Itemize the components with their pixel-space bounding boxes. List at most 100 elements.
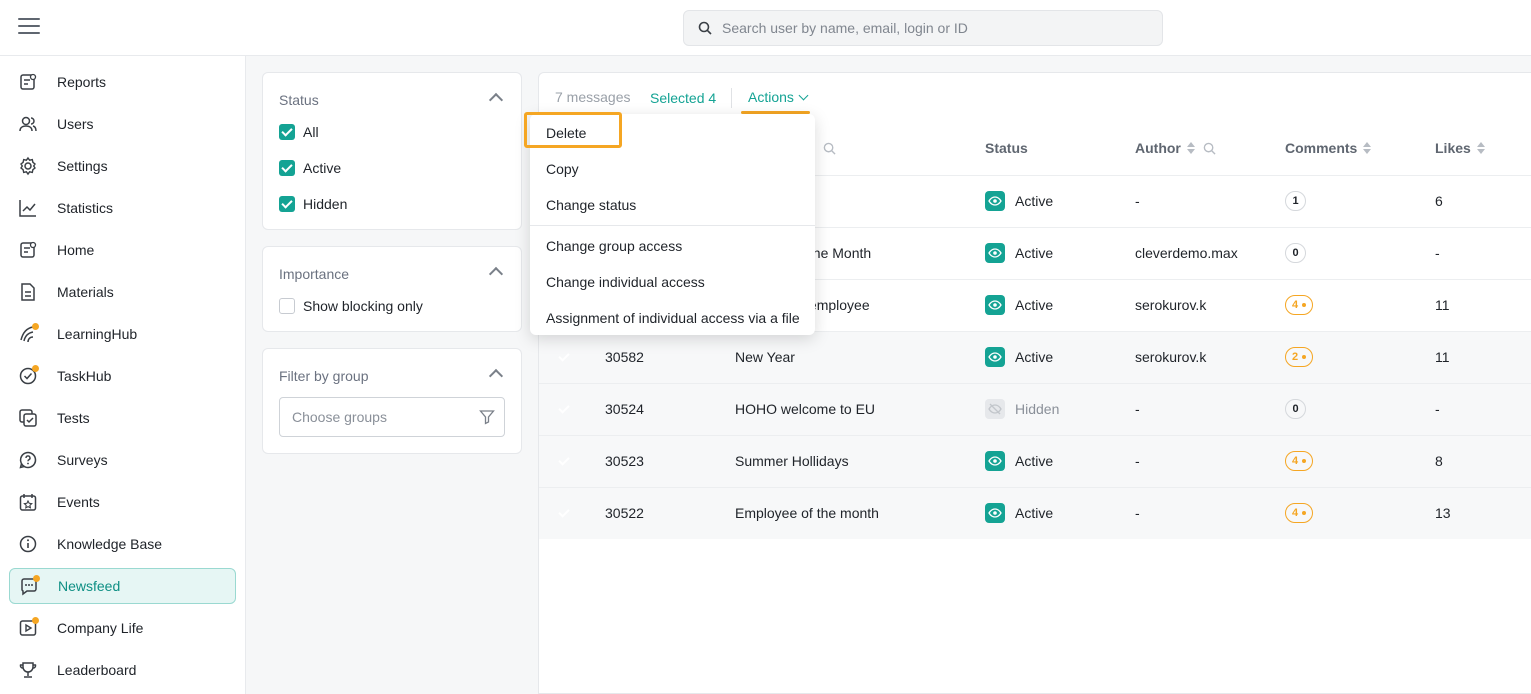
- table-row[interactable]: 30524 HOHO welcome to EU Hidden - 0 -: [539, 383, 1531, 435]
- sidebar-item-label: Tests: [57, 410, 90, 426]
- title-search-icon[interactable]: [823, 142, 836, 155]
- comments-badge[interactable]: 1: [1285, 191, 1306, 211]
- play-icon: [18, 617, 39, 638]
- sidebar-item-leaderboard[interactable]: Leaderboard: [9, 652, 236, 688]
- sidebar-item-knowledge-base[interactable]: Knowledge Base: [9, 526, 236, 562]
- comments-badge[interactable]: 4: [1285, 295, 1314, 315]
- menu-item-assign-access-via-file[interactable]: Assignment of individual access via a fi…: [546, 310, 800, 326]
- checkbox-checked[interactable]: [279, 160, 295, 176]
- likes-count: -: [1435, 401, 1440, 417]
- sidebar-item-newsfeed[interactable]: Newsfeed: [9, 568, 236, 604]
- table-row[interactable]: 30522 Employee of the month Active - 4 13: [539, 487, 1531, 539]
- sidebar-item-label: Leaderboard: [57, 662, 137, 678]
- eye-icon: [985, 347, 1005, 367]
- sidebar-item-label: Events: [57, 494, 100, 510]
- author: serokurov.k: [1135, 349, 1207, 365]
- eye-icon: [985, 503, 1005, 523]
- message-title[interactable]: New Year: [735, 349, 795, 365]
- sidebar-item-settings[interactable]: Settings: [9, 148, 236, 184]
- search-input[interactable]: [722, 20, 1142, 36]
- choose-groups-select[interactable]: Choose groups: [279, 397, 505, 437]
- status-filter-title: Status: [279, 92, 319, 108]
- collapse-chevron-icon[interactable]: [488, 368, 504, 384]
- search-box[interactable]: [683, 10, 1163, 46]
- sidebar-item-home[interactable]: Home: [9, 232, 236, 268]
- status-all-checkbox[interactable]: All: [279, 124, 319, 140]
- message-title[interactable]: Employee of the month: [735, 505, 879, 521]
- checkbox-unchecked[interactable]: [279, 298, 295, 314]
- sidebar-item-users[interactable]: Users: [9, 106, 236, 142]
- checkbox-checked[interactable]: [279, 124, 295, 140]
- sidebar-item-reports[interactable]: Reports: [9, 64, 236, 100]
- sidebar-item-taskhub[interactable]: TaskHub: [9, 358, 236, 394]
- menu-item-copy[interactable]: Copy: [546, 161, 579, 177]
- table-row[interactable]: 30523 Summer Hollidays Active - 4 8: [539, 435, 1531, 487]
- actions-dropdown-button[interactable]: Actions: [748, 89, 809, 105]
- status-filter-card: Status All Active Hidden: [262, 72, 522, 230]
- status-label: Active: [1015, 453, 1054, 469]
- column-header-likes[interactable]: Likes: [1435, 140, 1485, 156]
- menu-divider: [530, 225, 815, 226]
- column-header-status: Status: [985, 140, 1028, 156]
- likes-count: 11: [1435, 349, 1450, 365]
- menu-item-change-individual-access[interactable]: Change individual access: [546, 274, 705, 290]
- gear-icon: [18, 156, 38, 176]
- sidebar-item-label: Statistics: [57, 200, 114, 216]
- status-cell: Active: [985, 295, 1053, 315]
- eye-icon: [985, 191, 1005, 211]
- comments-badge[interactable]: 4: [1285, 451, 1314, 471]
- author: -: [1135, 505, 1140, 521]
- message-id: 30524: [605, 401, 644, 417]
- sidebar-item-events[interactable]: Events: [9, 484, 236, 520]
- sort-icon[interactable]: [1186, 142, 1195, 154]
- status-active-checkbox[interactable]: Active: [279, 160, 341, 176]
- status-label: Active: [1015, 245, 1054, 261]
- info-icon: [18, 534, 38, 554]
- sidebar-item-materials[interactable]: Materials: [9, 274, 236, 310]
- sidebar-item-label: Company Life: [57, 620, 144, 636]
- author-search-icon[interactable]: [1203, 142, 1216, 155]
- message-id: 30582: [605, 349, 644, 365]
- sidebar-item-statistics[interactable]: Statistics: [9, 190, 236, 226]
- document-icon: [18, 282, 38, 302]
- sort-icon[interactable]: [1476, 142, 1485, 154]
- sidebar: Reports Users Settings Statistics Home M…: [0, 56, 246, 694]
- sidebar-item-company-life[interactable]: Company Life: [9, 610, 236, 646]
- status-cell: Active: [985, 503, 1053, 523]
- sidebar-item-label: Newsfeed: [58, 578, 121, 594]
- column-header-comments[interactable]: Comments: [1285, 140, 1372, 156]
- sidebar-item-label: TaskHub: [57, 368, 112, 384]
- sidebar-item-surveys[interactable]: Surveys: [9, 442, 236, 478]
- column-header-author[interactable]: Author: [1135, 140, 1216, 156]
- sidebar-item-tests[interactable]: Tests: [9, 400, 236, 436]
- table-row[interactable]: 30582 New Year Active serokurov.k 2 11: [539, 331, 1531, 383]
- status-hidden-checkbox[interactable]: Hidden: [279, 196, 347, 212]
- menu-item-delete[interactable]: Delete: [546, 125, 586, 141]
- comments-badge[interactable]: 0: [1285, 243, 1306, 263]
- selected-count-link[interactable]: Selected 4: [650, 90, 716, 106]
- tests-icon: [18, 408, 38, 428]
- message-title[interactable]: HOHO welcome to EU: [735, 401, 875, 417]
- chevron-down-icon: [798, 90, 809, 101]
- collapse-chevron-icon[interactable]: [488, 92, 504, 108]
- sidebar-item-learninghub[interactable]: LearningHub: [9, 316, 236, 352]
- author: -: [1135, 193, 1140, 209]
- sort-icon[interactable]: [1363, 142, 1372, 154]
- show-blocking-only-checkbox[interactable]: Show blocking only: [279, 298, 423, 314]
- comments-badge[interactable]: 0: [1285, 399, 1306, 419]
- survey-icon: [18, 450, 38, 470]
- checkbox-checked[interactable]: [279, 196, 295, 212]
- message-title[interactable]: Summer Hollidays: [735, 453, 849, 469]
- reports-icon: [18, 72, 38, 92]
- eye-icon: [985, 243, 1005, 263]
- comments-badge[interactable]: 4: [1285, 503, 1314, 523]
- comments-badge[interactable]: 2: [1285, 347, 1314, 367]
- menu-item-change-group-access[interactable]: Change group access: [546, 238, 682, 254]
- collapse-chevron-icon[interactable]: [488, 266, 504, 282]
- hamburger-menu-icon[interactable]: [18, 18, 40, 38]
- importance-filter-title: Importance: [279, 266, 350, 282]
- status-cell: Hidden: [985, 399, 1059, 419]
- group-filter-card: Filter by group Choose groups: [262, 348, 522, 454]
- menu-item-change-status[interactable]: Change status: [546, 197, 636, 213]
- sidebar-item-label: Knowledge Base: [57, 536, 163, 552]
